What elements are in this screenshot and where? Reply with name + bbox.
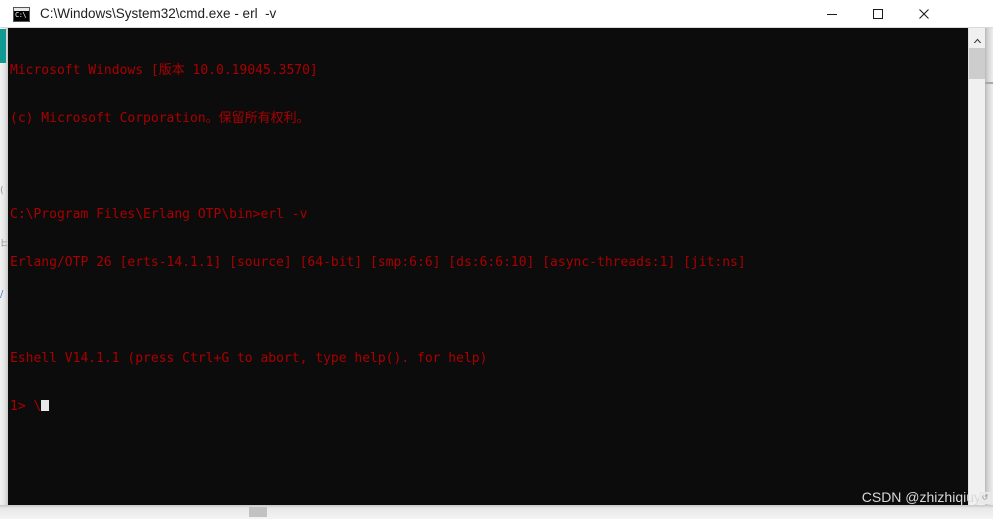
watermark-text: CSDN @zhizhiqiuy bbox=[861, 489, 981, 505]
maximize-icon bbox=[873, 8, 883, 19]
console-prompt-line: 1> \ bbox=[10, 399, 960, 415]
console-output-area[interactable]: Microsoft Windows [版本 10.0.19045.3570] (… bbox=[8, 28, 985, 505]
console-line-eshell: Eshell V14.1.1 (press Ctrl+G to abort, t… bbox=[10, 351, 488, 366]
background-artifact-glyph-1: ( bbox=[0, 186, 4, 196]
vertical-scrollbar-thumb[interactable] bbox=[969, 48, 985, 79]
close-icon bbox=[919, 8, 929, 19]
background-artifact-glyph-3: / bbox=[0, 290, 4, 300]
console-line: Microsoft Windows [版本 10.0.19045.3570] bbox=[10, 63, 318, 78]
console-line: (c) Microsoft Corporation。保留所有权利。 bbox=[10, 111, 310, 126]
window-titlebar[interactable]: C:\ C:\Windows\System32\cmd.exe - erl -v bbox=[0, 0, 993, 28]
vertical-scrollbar[interactable] bbox=[968, 28, 985, 505]
scroll-up-button[interactable] bbox=[969, 28, 985, 48]
maximize-button[interactable] bbox=[855, 0, 901, 27]
scroll-up-arrow-icon bbox=[973, 38, 981, 43]
background-artifact-glyph-2: 日 bbox=[0, 239, 7, 249]
window-right-edge bbox=[985, 28, 993, 505]
background-teal-accent bbox=[0, 29, 6, 63]
console-line-command: C:\Program Files\Erlang OTP\bin>erl -v bbox=[10, 207, 308, 222]
watermark-badge-icon: ↺ bbox=[979, 492, 991, 504]
cmd-window: ( 日 / C:\ C:\Windows\System32\cmd.exe - … bbox=[0, 0, 993, 519]
horizontal-scrollbar[interactable] bbox=[0, 505, 993, 519]
minimize-icon bbox=[827, 13, 837, 15]
minimize-button[interactable] bbox=[809, 0, 855, 27]
cmd-icon-label: C:\ bbox=[15, 11, 27, 19]
cmd-console-icon: C:\ bbox=[13, 7, 30, 22]
window-title: C:\Windows\System32\cmd.exe - erl -v bbox=[40, 6, 277, 21]
console-prompt: 1> \ bbox=[10, 399, 42, 414]
console-cursor bbox=[41, 400, 50, 411]
horizontal-scrollbar-thumb[interactable] bbox=[249, 507, 267, 517]
background-window-edge bbox=[0, 28, 8, 505]
console-text-buffer: Microsoft Windows [版本 10.0.19045.3570] (… bbox=[10, 31, 960, 447]
close-button[interactable] bbox=[901, 0, 947, 27]
console-line-version: Erlang/OTP 26 [erts-14.1.1] [source] [64… bbox=[10, 255, 746, 270]
window-right-edge-notch bbox=[985, 82, 993, 84]
